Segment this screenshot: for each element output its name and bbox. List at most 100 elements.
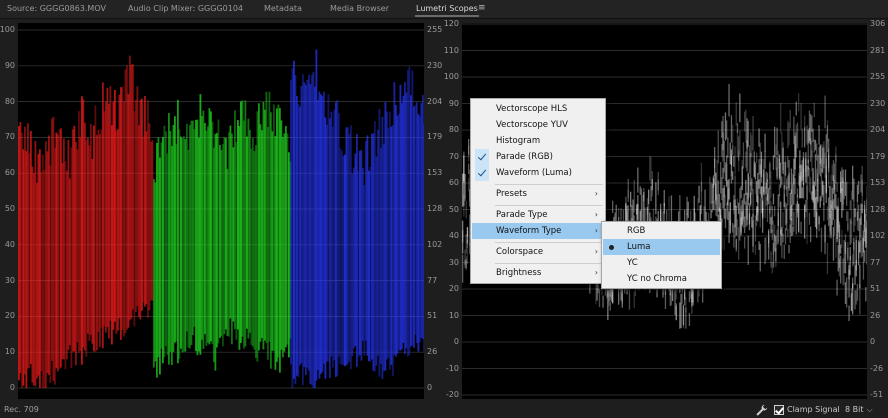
axis-tick-label: 40 xyxy=(4,239,15,249)
axis-tick-label: 30 xyxy=(4,275,15,285)
axis-tick-label: 0 xyxy=(9,383,15,392)
checkmark-icon xyxy=(475,165,489,181)
axis-tick-label: 179 xyxy=(870,151,886,161)
axis-tick-label: 100 xyxy=(0,25,15,34)
menu-item-colorspace[interactable]: Colorspace › xyxy=(472,244,604,260)
axis-tick-label: 306 xyxy=(870,19,886,28)
axis-tick-label: 90 xyxy=(4,60,15,70)
axis-tick-label: 110 xyxy=(443,45,459,55)
menu-item-vectorscope-yuv[interactable]: Vectorscope YUV xyxy=(472,117,604,133)
axis-tick-label: 51 xyxy=(870,284,881,293)
axis-tick-label: 26 xyxy=(427,347,438,357)
axis-tick-label: 40 xyxy=(448,231,459,240)
chevron-right-icon: › xyxy=(594,247,598,256)
submenu-item-yc-no-chroma[interactable]: YC no Chroma xyxy=(603,271,720,287)
axis-tick-label: 204 xyxy=(427,96,443,106)
menu-item-label: Luma xyxy=(627,242,651,252)
axis-tick-label: 281 xyxy=(870,45,886,55)
chevron-right-icon: › xyxy=(594,226,598,235)
menu-item-vectorscope-hls[interactable]: Vectorscope HLS xyxy=(472,101,604,117)
waveform-left-axis: 120 110 100 90 80 70 60 50 40 30 20 10 0 -10 -20 xyxy=(444,19,462,399)
clamp-signal-checkbox[interactable] xyxy=(774,405,784,415)
colorspace-readout[interactable]: Rec. 709 xyxy=(4,405,39,414)
axis-tick-label: 100 xyxy=(443,72,459,81)
parade-channel-red xyxy=(18,55,154,388)
menu-item-label: Vectorscope YUV xyxy=(496,120,568,130)
axis-tick-label: 102 xyxy=(870,231,886,240)
menu-item-label: Vectorscope HLS xyxy=(496,104,568,114)
axis-tick-label: 10 xyxy=(448,310,459,320)
menu-item-parade-rgb[interactable]: Parade (RGB) xyxy=(472,149,604,165)
hamburger-menu-icon[interactable]: ≡ xyxy=(478,3,486,13)
chevron-right-icon: › xyxy=(594,210,598,219)
tab-audio-clip-mixer[interactable]: Audio Clip Mixer: GGGG0104 xyxy=(128,4,243,13)
axis-tick-label: 20 xyxy=(4,311,15,321)
axis-tick-label: 26 xyxy=(870,310,881,320)
menu-item-histogram[interactable]: Histogram xyxy=(472,133,604,149)
wrench-icon[interactable] xyxy=(756,404,768,416)
axis-tick-label: 77 xyxy=(870,257,881,267)
menu-separator xyxy=(495,242,603,243)
tab-source[interactable]: Source: GGGG0863.MOV xyxy=(7,4,106,13)
axis-tick-label: 80 xyxy=(4,96,15,106)
axis-tick-label: 60 xyxy=(4,168,15,178)
axis-tick-label: 120 xyxy=(443,19,459,28)
menu-separator xyxy=(495,263,603,264)
parade-left-axis: 100 90 80 70 60 50 40 30 20 10 0 xyxy=(0,23,18,399)
chevron-right-icon: › xyxy=(594,268,598,277)
chevron-right-icon: › xyxy=(594,189,598,198)
menu-item-label: Parade Type xyxy=(496,210,548,220)
axis-tick-label: 90 xyxy=(448,98,459,108)
axis-tick-label: 179 xyxy=(427,132,443,142)
menu-item-parade-type[interactable]: Parade Type › xyxy=(472,207,604,223)
bit-depth-value: 8 Bit xyxy=(845,405,864,414)
scope-statusbar: Rec. 709 Clamp Signal 8 Bit ⌵ xyxy=(0,402,888,418)
clamp-signal-label: Clamp Signal xyxy=(787,405,840,414)
axis-tick-label: 70 xyxy=(4,132,15,142)
menu-item-label: Brightness xyxy=(496,268,542,278)
axis-tick-label: 20 xyxy=(448,284,459,293)
submenu-item-luma[interactable]: Luma xyxy=(603,239,720,255)
chevron-down-icon: ⌵ xyxy=(866,405,873,414)
axis-tick-label: 153 xyxy=(870,178,886,187)
tab-lumetri-scopes[interactable]: Lumetri Scopes xyxy=(415,4,479,17)
axis-tick-label: 80 xyxy=(448,125,459,134)
panel-tab-bar: Source: GGGG0863.MOV Audio Clip Mixer: G… xyxy=(0,0,888,19)
axis-tick-label: 60 xyxy=(448,178,459,187)
axis-tick-label: 128 xyxy=(870,204,886,214)
rgb-parade-scope xyxy=(18,23,424,399)
menu-item-waveform-type[interactable]: Waveform Type › xyxy=(472,223,604,239)
menu-item-brightness[interactable]: Brightness › xyxy=(472,265,604,281)
axis-tick-label: 230 xyxy=(870,98,886,108)
menu-item-label: Presets xyxy=(496,189,527,199)
axis-tick-label: 153 xyxy=(427,168,443,178)
axis-tick-label: 102 xyxy=(427,239,443,249)
axis-tick-label: 10 xyxy=(4,347,15,357)
axis-tick-label: -26 xyxy=(870,363,884,373)
menu-item-label: Waveform Type xyxy=(496,226,562,236)
menu-separator xyxy=(495,184,603,185)
axis-tick-label: 77 xyxy=(427,275,438,285)
axis-tick-label: -20 xyxy=(445,390,459,399)
menu-item-label: Colorspace xyxy=(496,247,544,257)
radio-selected-icon xyxy=(609,245,614,250)
axis-tick-label: 204 xyxy=(870,125,886,134)
tab-media-browser[interactable]: Media Browser xyxy=(330,4,389,13)
menu-item-waveform-luma[interactable]: Waveform (Luma) xyxy=(472,165,604,181)
menu-item-label: Waveform (Luma) xyxy=(496,168,572,178)
axis-tick-label: 0 xyxy=(453,337,459,346)
axis-tick-label: 0 xyxy=(870,337,876,346)
menu-item-label: YC no Chroma xyxy=(627,274,687,284)
submenu-item-rgb[interactable]: RGB xyxy=(603,223,720,239)
checkmark-icon xyxy=(475,149,489,165)
axis-tick-label: 0 xyxy=(427,383,433,392)
menu-item-presets[interactable]: Presets › xyxy=(472,186,604,202)
bit-depth-select[interactable]: 8 Bit ⌵ xyxy=(845,405,873,415)
axis-tick-label: 30 xyxy=(448,257,459,267)
axis-tick-label: -51 xyxy=(870,390,884,399)
scope-context-menu: Vectorscope HLS Vectorscope YUV Histogra… xyxy=(470,98,606,284)
tab-metadata[interactable]: Metadata xyxy=(264,4,302,13)
menu-item-label: Parade (RGB) xyxy=(496,152,553,162)
submenu-item-yc[interactable]: YC xyxy=(603,255,720,271)
axis-tick-label: 255 xyxy=(427,25,443,34)
